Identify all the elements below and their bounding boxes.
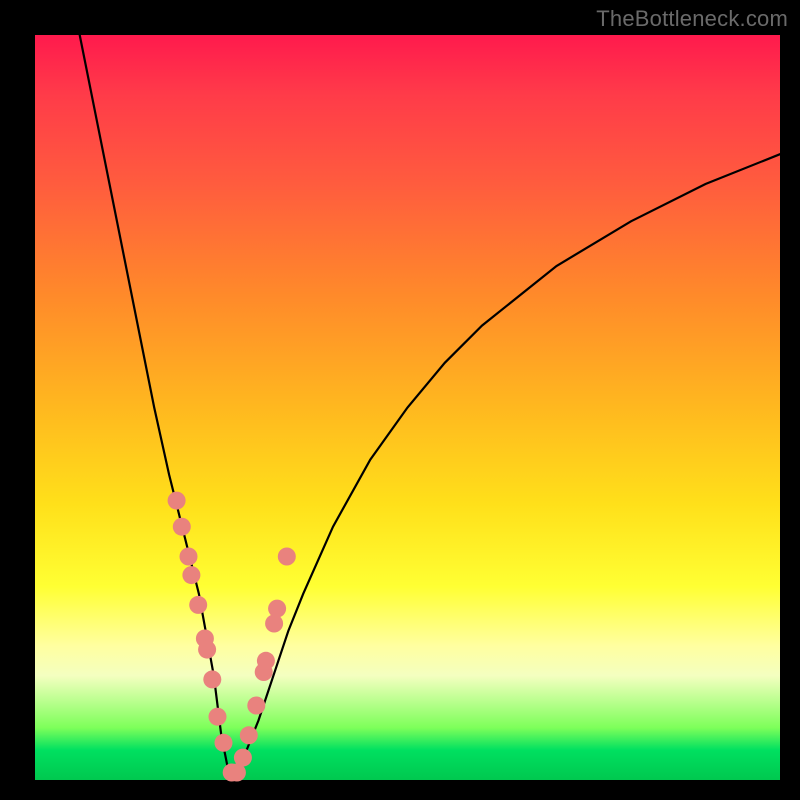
- sample-dot: [240, 726, 258, 744]
- sample-dot: [198, 641, 216, 659]
- curve-svg: [35, 35, 780, 780]
- sample-dot: [180, 548, 198, 566]
- plot-area: [35, 35, 780, 780]
- sample-dot: [265, 615, 283, 633]
- sample-dot: [278, 548, 296, 566]
- sample-dot: [215, 734, 233, 752]
- sample-dots-group: [168, 492, 296, 782]
- sample-dot: [189, 596, 207, 614]
- sample-dot: [182, 566, 200, 584]
- sample-dot: [268, 600, 286, 618]
- bottleneck-curve: [80, 35, 780, 773]
- watermark-text: TheBottleneck.com: [596, 6, 788, 32]
- sample-dot: [168, 492, 186, 510]
- sample-dot: [203, 670, 221, 688]
- sample-dot: [257, 652, 275, 670]
- sample-dot: [247, 697, 265, 715]
- sample-dot: [173, 518, 191, 536]
- sample-dot: [234, 749, 252, 767]
- sample-dot: [209, 708, 227, 726]
- chart-frame: TheBottleneck.com: [0, 0, 800, 800]
